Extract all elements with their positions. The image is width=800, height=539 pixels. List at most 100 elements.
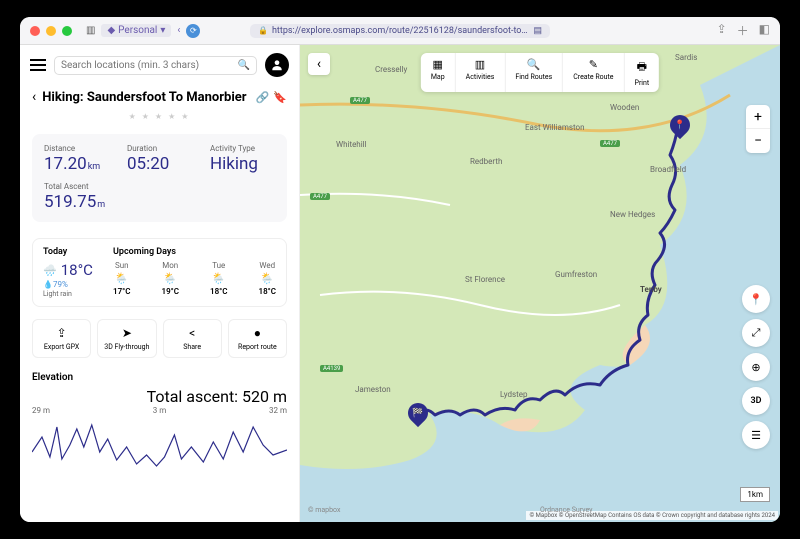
elevation-title: Elevation xyxy=(32,372,73,383)
titlebar-right: ⇪ ＋ ◧ xyxy=(717,22,770,39)
browser-controls: ▥ ◆ Personal ▾ ‹ ⟳ xyxy=(86,24,200,38)
user-icon xyxy=(270,58,284,72)
report-button[interactable]: ●Report route xyxy=(228,319,287,358)
zoom-out-button[interactable]: − xyxy=(746,129,770,153)
tab-print[interactable]: 🖶Print xyxy=(625,53,660,92)
nav-back-icon[interactable]: ‹ xyxy=(177,25,180,36)
elevation-chart[interactable] xyxy=(32,417,287,467)
road-label: A4139 xyxy=(320,365,343,372)
place-label: Lydstep xyxy=(500,390,528,399)
sidebar: 🔍 ‹ Hiking: Saundersfoot To Manorbier 🔗 … xyxy=(20,45,300,522)
weather-upcoming-label: Upcoming Days xyxy=(113,247,176,257)
menu-icon[interactable] xyxy=(30,59,46,71)
map-collapse-button[interactable]: ‹ xyxy=(308,53,330,75)
browser-window: ▥ ◆ Personal ▾ ‹ ⟳ 🔒 https://explore.osm… xyxy=(20,17,780,522)
layers-button[interactable]: ☰ xyxy=(742,421,770,449)
tab-map[interactable]: ▦Map xyxy=(421,53,456,92)
titlebar: ▥ ◆ Personal ▾ ‹ ⟳ 🔒 https://explore.osm… xyxy=(20,17,780,45)
cloud-icon: 🌦️ xyxy=(115,272,129,285)
share-icon: < xyxy=(189,326,195,340)
place-label: Wooden xyxy=(610,103,639,112)
place-label: Tenby xyxy=(640,285,662,294)
share-button[interactable]: <Share xyxy=(163,319,222,358)
pencil-icon: ✎ xyxy=(589,58,598,71)
cloud-icon: 🌦️ xyxy=(212,272,226,285)
route-title-row: ‹ Hiking: Saundersfoot To Manorbier 🔗 🔖 xyxy=(20,85,299,109)
tab-activities[interactable]: ▥Activities xyxy=(456,53,506,92)
url-text: https://explore.osmaps.com/route/2251612… xyxy=(272,26,530,36)
3d-button[interactable]: 3D xyxy=(742,387,770,415)
stat-ascent: Total Ascent 519.75m xyxy=(44,182,275,212)
chart-icon: ▥ xyxy=(475,58,485,71)
place-label: Sardis xyxy=(675,53,697,62)
lock-icon: 🔒 xyxy=(258,26,268,35)
avatar[interactable] xyxy=(265,53,289,77)
tab-create-route[interactable]: ✎Create Route xyxy=(563,53,624,92)
os-logo: Ordnance Survey xyxy=(540,506,593,514)
road-label: A477 xyxy=(600,140,620,147)
stat-activity: Activity Type Hiking xyxy=(210,144,275,174)
elevation-total: Total ascent: 520 m xyxy=(32,387,287,406)
search-icon: 🔍 xyxy=(527,58,541,71)
search-input[interactable] xyxy=(61,60,238,71)
place-label: Jameston xyxy=(355,385,391,394)
link-icon[interactable]: 🔗 xyxy=(256,91,270,104)
map-canvas[interactable]: 📍 🏁 Cresselly Jeffreyston Broadmoor Pent… xyxy=(300,45,780,522)
refresh-icon[interactable]: ⟳ xyxy=(186,24,200,38)
weather-day-mon: Mon🌦️19°C xyxy=(162,261,179,296)
new-tab-icon[interactable]: ＋ xyxy=(737,22,749,39)
stats-box: Distance 17.20km Duration 05:20 Activity… xyxy=(32,134,287,222)
workspace-badge[interactable]: ◆ Personal ▾ xyxy=(101,24,171,37)
navigation-icon: ➤ xyxy=(122,326,132,340)
weather-today: 🌧️ 18°C 💧79% Light rain xyxy=(43,261,113,298)
address-bar[interactable]: 🔒 https://explore.osmaps.com/route/22516… xyxy=(250,24,550,38)
rating-stars[interactable]: ★ ★ ★ ★ ★ xyxy=(20,109,299,124)
bookmark-icon[interactable]: 🔖 xyxy=(273,91,287,104)
print-icon: 🖶 xyxy=(637,58,647,77)
place-label: Gumfreston xyxy=(555,270,597,279)
tab-find-routes[interactable]: 🔍Find Routes xyxy=(505,53,563,92)
cloud-icon: 🌦️ xyxy=(260,272,274,285)
locate-button[interactable]: ⊕ xyxy=(742,353,770,381)
cloud-icon: 🌦️ xyxy=(163,272,177,285)
zoom-control: + − xyxy=(746,105,770,153)
map-scale: 1km xyxy=(740,487,770,502)
search-box[interactable]: 🔍 xyxy=(54,56,257,75)
place-label: East Williamston xyxy=(525,123,585,132)
road-label: A477 xyxy=(310,193,330,200)
elevation-end: 32 m xyxy=(269,406,287,415)
map-side-controls: 📍 ⤢ ⊕ 3D ☰ xyxy=(742,285,770,449)
route-title: Hiking: Saundersfoot To Manorbier xyxy=(42,90,249,105)
road-label: A477 xyxy=(350,97,370,104)
traffic-lights xyxy=(30,26,72,36)
sidebar-topbar: 🔍 xyxy=(20,45,299,85)
minimize-window-button[interactable] xyxy=(46,26,56,36)
stat-duration: Duration 05:20 xyxy=(127,144,192,174)
export-gpx-button[interactable]: ⇪Export GPX xyxy=(32,319,91,358)
place-label: Cresselly xyxy=(375,65,407,74)
place-label: New Hedges xyxy=(610,210,655,219)
weather-today-label: Today xyxy=(43,247,113,257)
elevation-start: 29 m xyxy=(32,406,50,415)
elevation-mid: 3 m xyxy=(153,406,167,415)
weather-day-wed: Wed🌦️18°C xyxy=(259,261,276,296)
close-window-button[interactable] xyxy=(30,26,40,36)
maximize-window-button[interactable] xyxy=(62,26,72,36)
place-label: St Florence xyxy=(465,275,505,284)
place-label: Broadfield xyxy=(650,165,686,174)
back-icon[interactable]: ‹ xyxy=(32,89,36,105)
alert-icon: ● xyxy=(254,326,261,340)
sidebar-toggle-icon[interactable]: ▥ xyxy=(86,25,95,36)
pins-button[interactable]: 📍 xyxy=(742,285,770,313)
search-icon[interactable]: 🔍 xyxy=(238,60,250,71)
fullscreen-button[interactable]: ⤢ xyxy=(742,319,770,347)
export-icon: ⇪ xyxy=(57,326,67,340)
flythrough-button[interactable]: ➤3D Fly-through xyxy=(97,319,156,358)
stat-distance: Distance 17.20km xyxy=(44,144,109,174)
place-label: Whitehill xyxy=(336,140,367,149)
tabs-icon[interactable]: ◧ xyxy=(759,22,770,39)
reader-icon[interactable]: ▤ xyxy=(533,26,542,36)
zoom-in-button[interactable]: + xyxy=(746,105,770,129)
share-icon[interactable]: ⇪ xyxy=(717,22,727,39)
weather-day-sun: Sun🌦️17°C xyxy=(113,261,130,296)
